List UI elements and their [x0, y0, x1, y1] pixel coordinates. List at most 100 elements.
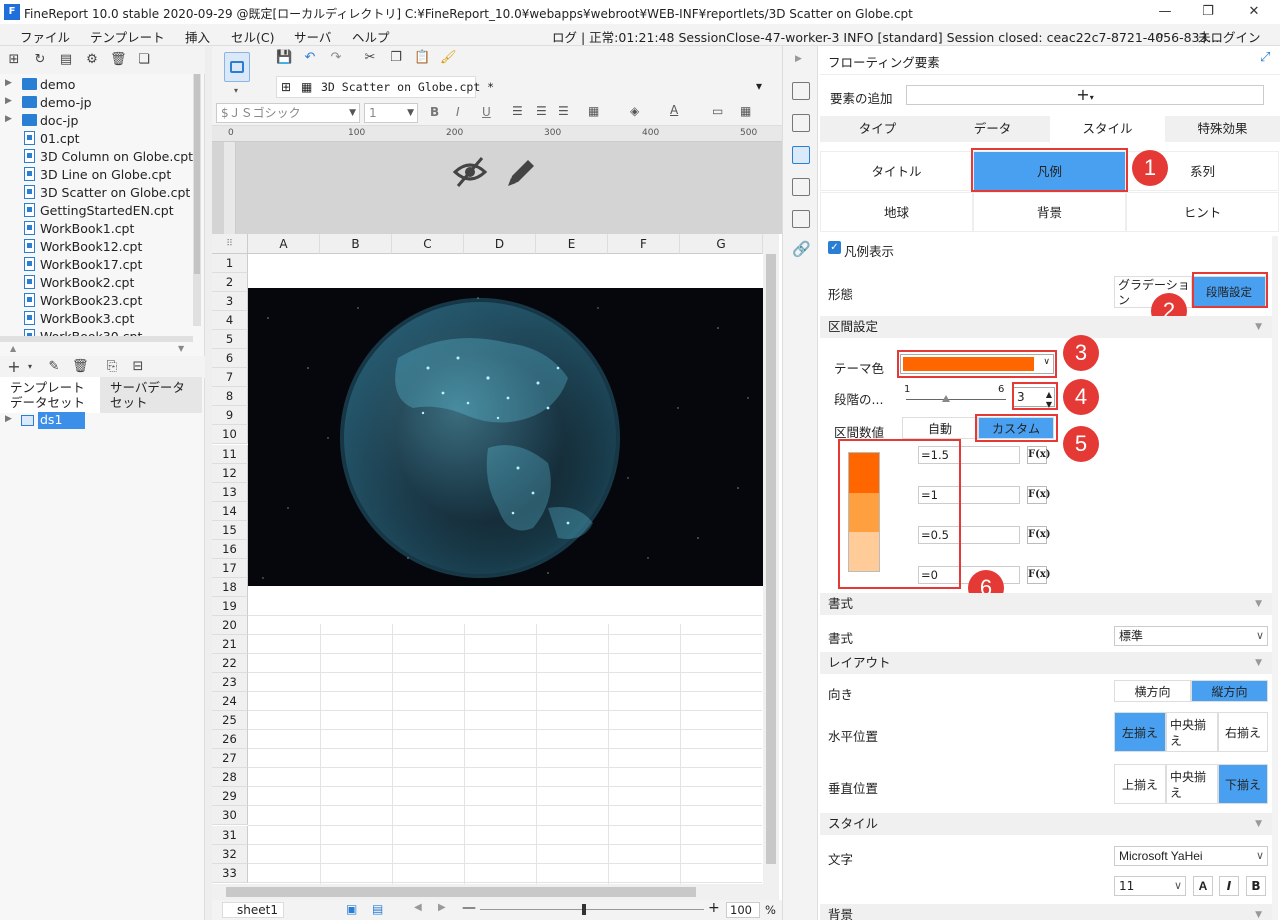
merge-icon[interactable]: ▭: [712, 104, 723, 118]
param-icon[interactable]: ⊟: [130, 359, 146, 375]
border-icon[interactable]: ▦: [588, 104, 599, 118]
collapse-up-icon[interactable]: ▲: [10, 344, 16, 353]
row-header[interactable]: 19: [212, 596, 248, 616]
hide-icon[interactable]: [452, 154, 488, 190]
zoom-out-icon[interactable]: —: [462, 900, 476, 916]
zoom-in-icon[interactable]: +: [708, 900, 720, 916]
add-dropdown-icon[interactable]: ▾: [22, 359, 38, 375]
row-header[interactable]: 33: [212, 863, 248, 883]
remove-icon[interactable]: 🗑: [72, 359, 89, 375]
cell-element-attr-icon[interactable]: [792, 114, 810, 132]
menu-file[interactable]: ファイル: [20, 27, 70, 46]
tab-menu-icon[interactable]: ▾: [756, 79, 762, 93]
globe-chart-image[interactable]: [248, 288, 763, 586]
orientation-vertical[interactable]: 縦方向: [1191, 680, 1268, 702]
tab-effects[interactable]: 特殊効果: [1165, 116, 1280, 142]
row-header[interactable]: 22: [212, 654, 248, 674]
underline-icon[interactable]: U: [482, 105, 491, 119]
background-section-header[interactable]: 背景 ▼: [820, 904, 1272, 920]
edit-pencil-icon[interactable]: [504, 154, 538, 190]
tree-file[interactable]: 3D Scatter on Globe.cpt: [0, 184, 196, 202]
hyperlink-icon[interactable]: 🔗: [792, 240, 811, 258]
menu-server[interactable]: サーバ: [294, 27, 331, 46]
row-header[interactable]: 16: [212, 539, 248, 559]
column-header[interactable]: C: [392, 234, 464, 254]
preview-icon[interactable]: ⎘: [104, 359, 120, 375]
row-header[interactable]: 8: [212, 387, 248, 407]
row-header[interactable]: 4: [212, 311, 248, 331]
category-background[interactable]: 背景: [973, 192, 1126, 232]
zoom-slider[interactable]: [480, 904, 704, 915]
tab-style[interactable]: スタイル: [1050, 116, 1165, 142]
tree-file[interactable]: GettingStartedEN.cpt: [0, 202, 196, 220]
expand-arrow-icon[interactable]: ▶: [5, 78, 12, 88]
delete-icon[interactable]: 🗑: [110, 52, 127, 68]
row-header[interactable]: 25: [212, 711, 248, 731]
row-header[interactable]: 10: [212, 425, 248, 445]
row-header[interactable]: 20: [212, 615, 248, 635]
font-color-icon[interactable]: A: [670, 103, 678, 117]
copy-cell-icon[interactable]: ❐: [388, 50, 404, 66]
add-sheet-icon[interactable]: ▣: [346, 902, 357, 916]
save-icon[interactable]: 💾: [276, 50, 292, 66]
row-header[interactable]: 26: [212, 730, 248, 750]
row-header[interactable]: 30: [212, 806, 248, 826]
formula-button[interactable]: F(x): [1027, 566, 1051, 584]
row-header[interactable]: 29: [212, 787, 248, 807]
left-splitter[interactable]: [205, 46, 212, 920]
row-header[interactable]: 12: [212, 463, 248, 483]
row-header[interactable]: 11: [212, 444, 248, 464]
expand-arrow-icon[interactable]: ▶: [5, 96, 12, 106]
lock-icon[interactable]: ⚙: [84, 52, 100, 68]
row-header[interactable]: 27: [212, 749, 248, 769]
tree-scrollbar[interactable]: [193, 74, 201, 326]
align-right-icon[interactable]: ☰: [558, 104, 569, 118]
v-align-bottom[interactable]: 下揃え: [1218, 764, 1268, 804]
row-header[interactable]: 3: [212, 292, 248, 312]
tree-file[interactable]: WorkBook30.cpt: [0, 328, 196, 336]
column-header[interactable]: B: [320, 234, 392, 254]
expand-panel-icon[interactable]: ⤢: [1260, 50, 1270, 65]
text-bold-button[interactable]: B: [1246, 876, 1266, 896]
menu-cell[interactable]: セル(C): [231, 27, 274, 46]
orientation-horizontal[interactable]: 横方向: [1114, 680, 1191, 702]
row-header[interactable]: 23: [212, 673, 248, 693]
column-header[interactable]: E: [536, 234, 608, 254]
text-italic-button[interactable]: I: [1219, 876, 1239, 896]
text-font-select[interactable]: Microsoft YaHei ∨: [1114, 846, 1268, 866]
row-header[interactable]: 21: [212, 635, 248, 654]
unmerge-icon[interactable]: ▦: [740, 104, 751, 118]
sheet-hscrollbar[interactable]: [212, 884, 779, 900]
text-size-select[interactable]: 11 ∨: [1114, 876, 1186, 896]
column-header[interactable]: G: [680, 234, 763, 254]
collapse-down-icon[interactable]: ▼: [178, 344, 184, 353]
interval-auto-option[interactable]: 自動: [902, 417, 978, 439]
cut-icon[interactable]: ✂: [362, 50, 378, 66]
tree-file[interactable]: WorkBook3.cpt: [0, 310, 196, 328]
refresh-icon[interactable]: ↻: [32, 52, 48, 68]
formula-button[interactable]: F(x): [1027, 486, 1051, 504]
open-icon[interactable]: ▤: [58, 52, 74, 68]
format-select[interactable]: 標準 ∨: [1114, 626, 1268, 646]
row-header[interactable]: 13: [212, 482, 248, 502]
row-header[interactable]: 5: [212, 330, 248, 350]
h-align-center[interactable]: 中央揃え: [1166, 712, 1218, 752]
row-header[interactable]: 9: [212, 406, 248, 426]
row-header[interactable]: 31: [212, 825, 248, 845]
tree-folder[interactable]: ▶ demo: [0, 76, 196, 94]
steps-slider[interactable]: [906, 395, 1006, 402]
sheet-tab[interactable]: sheet1: [222, 902, 284, 918]
minimize-icon[interactable]: —: [1155, 2, 1175, 22]
tree-file[interactable]: WorkBook12.cpt: [0, 238, 196, 256]
tree-folder[interactable]: ▶ demo-jp: [0, 94, 196, 112]
tab-type[interactable]: タイプ: [820, 116, 935, 142]
interval-section-header[interactable]: 区間設定 ▼: [820, 316, 1272, 338]
undo-icon[interactable]: ↶: [302, 50, 318, 66]
editor-tab[interactable]: ⊞ ▦ 3D Scatter on Globe.cpt *: [276, 76, 494, 98]
expand-arrow-icon[interactable]: ▶: [5, 114, 12, 124]
tree-folder[interactable]: ▶ doc-jp: [0, 112, 196, 130]
add-form-sheet-icon[interactable]: ▤: [372, 902, 383, 916]
tree-file[interactable]: WorkBook17.cpt: [0, 256, 196, 274]
redo-icon[interactable]: ↷: [328, 50, 344, 66]
fill-color-icon[interactable]: ◈: [630, 104, 639, 118]
